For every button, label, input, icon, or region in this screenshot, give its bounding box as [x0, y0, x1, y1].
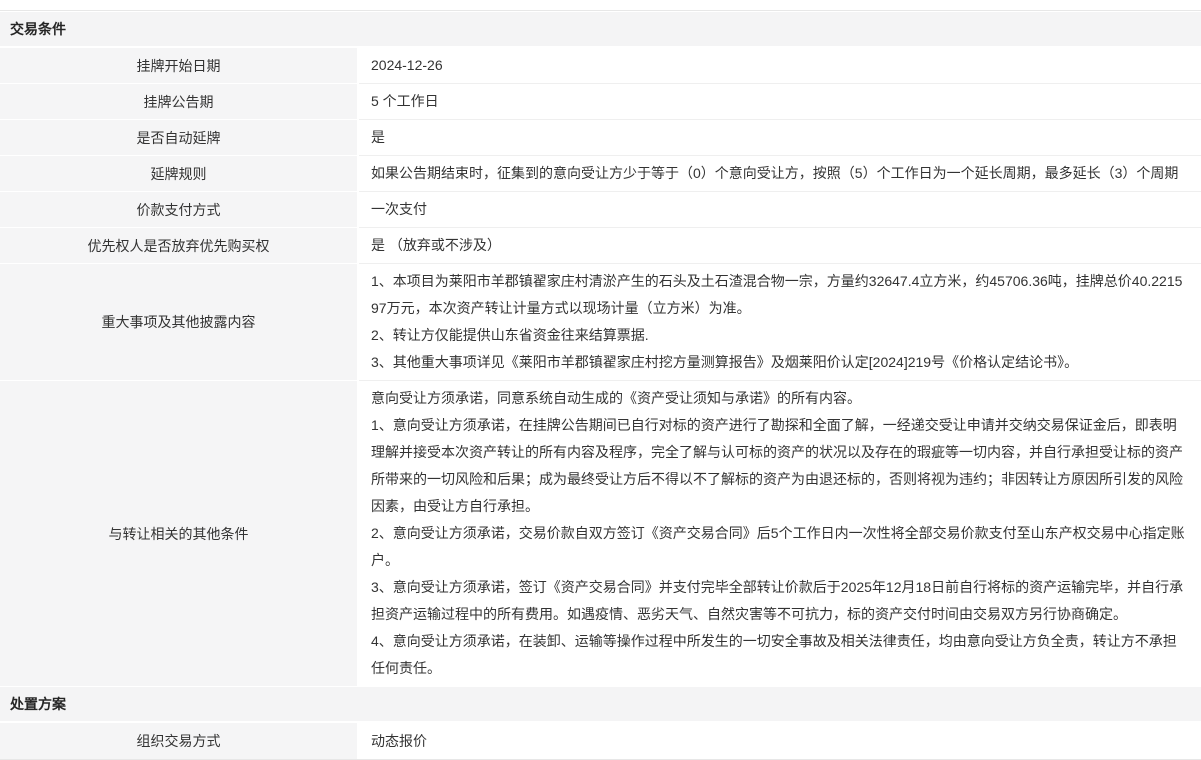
value-paragraph: 一次支付 — [371, 196, 1189, 223]
row-value: 意向受让方须承诺，同意系统自动生成的《资产受让须知与承诺》的所有内容。1、意向受… — [359, 381, 1201, 686]
value-paragraph: 2、转让方仅能提供山东省资金往来结算票据. — [371, 322, 1189, 349]
table-row: 是否自动延牌 是 — [0, 120, 1201, 156]
table-section: 交易条件 挂牌开始日期 2024-12-26 挂牌公告期 5 个工作日 是否自动… — [0, 11, 1201, 686]
section-header-0: 交易条件 — [0, 11, 1201, 48]
listing-detail-page: 交易条件 挂牌开始日期 2024-12-26 挂牌公告期 5 个工作日 是否自动… — [0, 0, 1201, 760]
value-paragraph: 意向受让方须承诺，同意系统自动生成的《资产受让须知与承诺》的所有内容。 — [371, 385, 1189, 412]
value-paragraph: 动态报价 — [371, 728, 1189, 755]
row-value: 1、本项目为莱阳市羊郡镇翟家庄村清淤产生的石头及土石渣混合物一宗，方量约3264… — [359, 264, 1201, 381]
value-paragraph: 是 （放弃或不涉及） — [371, 232, 1189, 259]
section-header-1: 处置方案 — [0, 686, 1201, 723]
value-paragraph: 5 个工作日 — [371, 88, 1189, 115]
value-paragraph: 2、意向受让方须承诺，交易价款自双方签订《资产交易合同》后5个工作日内一次性将全… — [371, 520, 1189, 574]
value-paragraph: 1、意向受让方须承诺，在挂牌公告期间已自行对标的资产进行了勘探和全面了解，一经递… — [371, 412, 1189, 520]
table-row: 优先权人是否放弃优先购买权 是 （放弃或不涉及） — [0, 228, 1201, 264]
row-value: 动态报价 — [359, 723, 1201, 759]
row-label: 延牌规则 — [0, 156, 359, 192]
conditions-table: 交易条件 挂牌开始日期 2024-12-26 挂牌公告期 5 个工作日 是否自动… — [0, 10, 1201, 760]
section-title: 交易条件 — [10, 19, 66, 39]
table-section: 处置方案 组织交易方式 动态报价 — [0, 686, 1201, 759]
row-label: 是否自动延牌 — [0, 120, 359, 156]
row-value: 2024-12-26 — [359, 48, 1201, 84]
section-rows: 挂牌开始日期 2024-12-26 挂牌公告期 5 个工作日 是否自动延牌 是 … — [0, 48, 1201, 686]
row-label: 挂牌开始日期 — [0, 48, 359, 84]
table-row: 延牌规则 如果公告期结束时，征集到的意向受让方少于等于（0）个意向受让方，按照（… — [0, 156, 1201, 192]
row-label: 优先权人是否放弃优先购买权 — [0, 228, 359, 264]
value-paragraph: 是 — [371, 124, 1189, 151]
row-value: 如果公告期结束时，征集到的意向受让方少于等于（0）个意向受让方，按照（5）个工作… — [359, 156, 1201, 192]
table-row: 挂牌公告期 5 个工作日 — [0, 84, 1201, 120]
row-label: 价款支付方式 — [0, 192, 359, 228]
row-label: 组织交易方式 — [0, 723, 359, 759]
table-row: 价款支付方式 一次支付 — [0, 192, 1201, 228]
table-row: 与转让相关的其他条件 意向受让方须承诺，同意系统自动生成的《资产受让须知与承诺》… — [0, 381, 1201, 686]
value-paragraph: 3、意向受让方须承诺，签订《资产交易合同》并支付完毕全部转让价款后于2025年1… — [371, 574, 1189, 628]
row-value: 5 个工作日 — [359, 84, 1201, 120]
row-value: 是 — [359, 120, 1201, 156]
value-paragraph: 如果公告期结束时，征集到的意向受让方少于等于（0）个意向受让方，按照（5）个工作… — [371, 160, 1189, 187]
table-row: 挂牌开始日期 2024-12-26 — [0, 48, 1201, 84]
row-label: 与转让相关的其他条件 — [0, 381, 359, 686]
value-paragraph: 3、其他重大事项详见《莱阳市羊郡镇翟家庄村挖方量测算报告》及烟莱阳价认定[202… — [371, 349, 1189, 376]
value-paragraph: 1、本项目为莱阳市羊郡镇翟家庄村清淤产生的石头及土石渣混合物一宗，方量约3264… — [371, 268, 1189, 322]
value-paragraph: 4、意向受让方须承诺，在装卸、运输等操作过程中所发生的一切安全事故及相关法律责任… — [371, 628, 1189, 682]
row-value: 一次支付 — [359, 192, 1201, 228]
row-label: 挂牌公告期 — [0, 84, 359, 120]
section-title: 处置方案 — [10, 694, 66, 714]
row-label: 重大事项及其他披露内容 — [0, 264, 359, 381]
table-row: 组织交易方式 动态报价 — [0, 723, 1201, 759]
section-rows: 组织交易方式 动态报价 — [0, 723, 1201, 759]
value-paragraph: 2024-12-26 — [371, 52, 1189, 79]
row-value: 是 （放弃或不涉及） — [359, 228, 1201, 264]
table-row: 重大事项及其他披露内容 1、本项目为莱阳市羊郡镇翟家庄村清淤产生的石头及土石渣混… — [0, 264, 1201, 381]
